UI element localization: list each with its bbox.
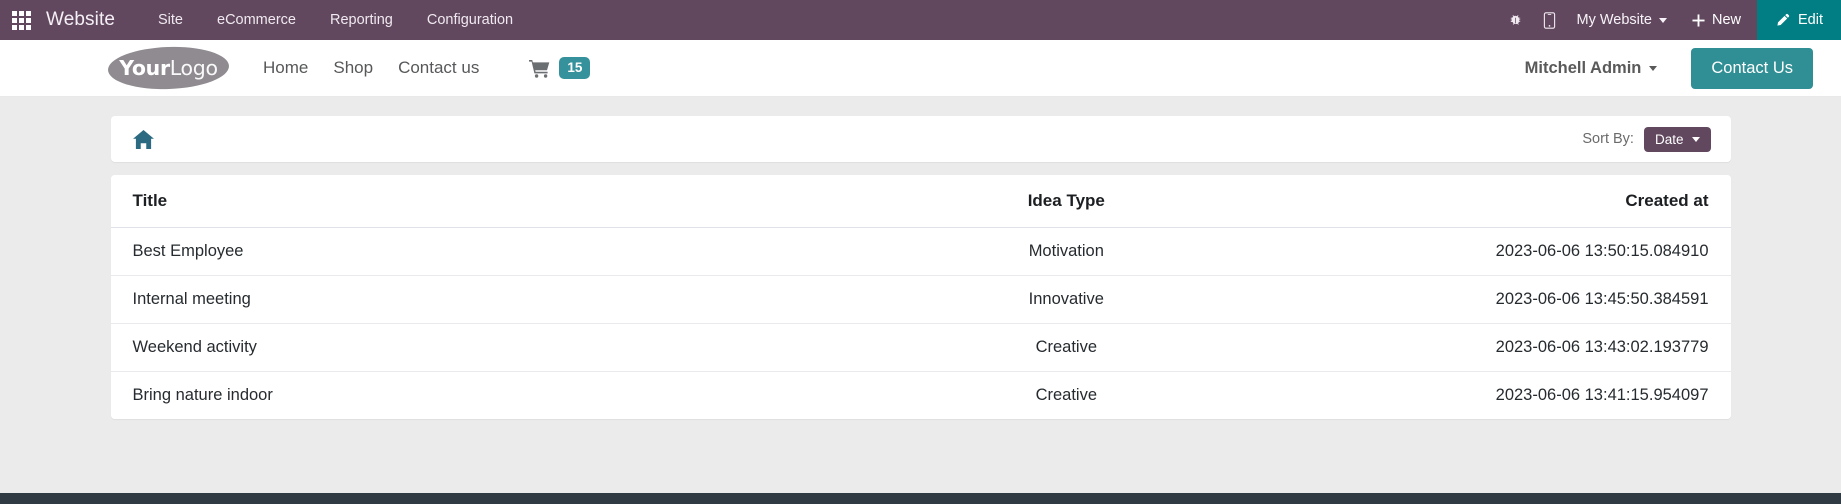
cell-idea-type: Innovative: [871, 275, 1261, 324]
edit-button-label: Edit: [1798, 12, 1823, 28]
logo-text-bold: Your: [119, 56, 170, 80]
mobile-preview-icon[interactable]: [1533, 0, 1567, 40]
sort-by-label: Sort By:: [1582, 131, 1634, 147]
cell-created-at: 2023-06-06 13:50:15.084910: [1260, 227, 1731, 276]
logo-text-light: Logo: [169, 56, 218, 80]
cell-title: Internal meeting: [110, 275, 872, 324]
nav-link-home[interactable]: Home: [253, 52, 318, 84]
user-menu[interactable]: Mitchell Admin: [1525, 59, 1658, 78]
column-header-created-at[interactable]: Created at: [1260, 175, 1731, 228]
breadcrumb-home-link[interactable]: [131, 128, 156, 151]
cart-count-badge: 15: [559, 56, 591, 80]
edit-button[interactable]: Edit: [1757, 0, 1841, 40]
toolbar-bar: Sort By: Date: [110, 116, 1731, 162]
cell-created-at: 2023-06-06 13:43:02.193779: [1260, 323, 1731, 372]
pencil-icon: [1777, 13, 1790, 26]
sort-controls: Sort By: Date: [1582, 126, 1711, 152]
menu-item-reporting[interactable]: Reporting: [313, 0, 410, 40]
apps-grid-icon[interactable]: [8, 0, 34, 40]
home-icon: [132, 129, 154, 149]
cell-title: Bring nature indoor: [110, 371, 872, 419]
ideas-table-body: Best Employee Motivation 2023-06-06 13:5…: [110, 227, 1731, 419]
table-row[interactable]: Weekend activity Creative 2023-06-06 13:…: [110, 323, 1731, 372]
contact-us-button[interactable]: Contact Us: [1691, 47, 1813, 89]
ideas-table-head: Title Idea Type Created at: [110, 175, 1731, 228]
nav-link-shop[interactable]: Shop: [323, 52, 383, 84]
cell-idea-type: Creative: [871, 371, 1261, 419]
chevron-down-icon: [1649, 65, 1658, 71]
new-button[interactable]: New: [1680, 0, 1757, 40]
sort-by-dropdown[interactable]: Date: [1643, 126, 1711, 152]
site-footer-bar: [0, 493, 1841, 504]
website-nav: Home Shop Contact us: [253, 52, 489, 84]
bug-icon[interactable]: [1499, 0, 1533, 40]
column-header-idea-type[interactable]: Idea Type: [871, 175, 1261, 228]
app-brand-title[interactable]: Website: [46, 9, 115, 31]
chevron-down-icon: [1691, 136, 1700, 142]
cell-idea-type: Motivation: [871, 227, 1261, 276]
chevron-down-icon: [1658, 17, 1667, 23]
menu-item-site[interactable]: Site: [141, 0, 200, 40]
page-body: Sort By: Date Title Idea Type Created at: [0, 97, 1841, 503]
table-row[interactable]: Bring nature indoor Creative 2023-06-06 …: [110, 371, 1731, 419]
website-selector[interactable]: My Website: [1567, 0, 1680, 40]
table-row[interactable]: Best Employee Motivation 2023-06-06 13:5…: [110, 227, 1731, 276]
ideas-table: Title Idea Type Created at Best Employee…: [110, 175, 1731, 419]
cell-idea-type: Creative: [871, 323, 1261, 372]
cell-title: Best Employee: [110, 227, 872, 276]
cart-link[interactable]: 15: [529, 56, 591, 80]
site-logo[interactable]: YourLogo: [107, 44, 230, 92]
table-row[interactable]: Internal meeting Innovative 2023-06-06 1…: [110, 275, 1731, 324]
table-header-row: Title Idea Type Created at: [110, 175, 1731, 228]
nav-link-contact-us[interactable]: Contact us: [388, 52, 489, 84]
website-selector-label: My Website: [1576, 12, 1652, 28]
cell-created-at: 2023-06-06 13:45:50.384591: [1260, 275, 1731, 324]
apps-grid-glyph: [11, 10, 31, 30]
user-menu-label: Mitchell Admin: [1524, 58, 1642, 77]
new-button-label: New: [1711, 12, 1741, 28]
cell-title: Weekend activity: [110, 323, 872, 372]
column-header-title[interactable]: Title: [110, 175, 872, 228]
cell-created-at: 2023-06-06 13:41:15.954097: [1260, 371, 1731, 419]
logo-text: YourLogo: [119, 56, 218, 80]
backend-menu: Site eCommerce Reporting Configuration: [141, 0, 530, 40]
ideas-table-card: Title Idea Type Created at Best Employee…: [110, 175, 1731, 419]
website-header: YourLogo Home Shop Contact us 15 Mitchel…: [0, 40, 1841, 97]
website-header-right: Mitchell Admin Contact Us: [1525, 47, 1841, 89]
sort-by-value: Date: [1654, 131, 1684, 147]
menu-item-ecommerce[interactable]: eCommerce: [200, 0, 313, 40]
systray: My Website New Edit: [1499, 0, 1841, 40]
odoo-backend-navbar: Website Site eCommerce Reporting Configu…: [0, 0, 1841, 40]
menu-item-configuration[interactable]: Configuration: [410, 0, 530, 40]
plus-icon: [1692, 13, 1705, 27]
content-container: Sort By: Date Title Idea Type Created at: [110, 116, 1731, 419]
shopping-cart-icon: [529, 59, 550, 78]
